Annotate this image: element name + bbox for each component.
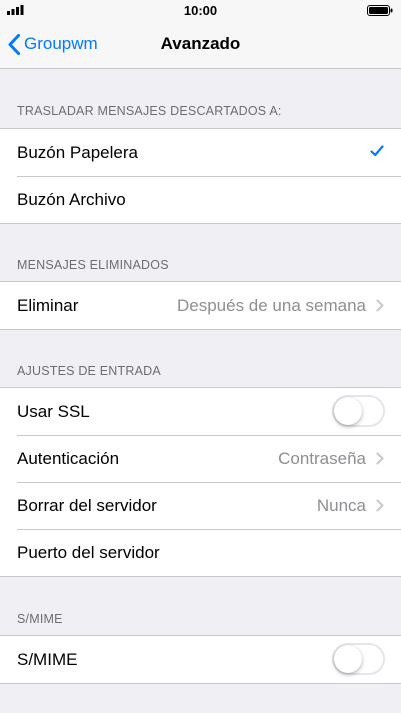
delete-from-server-row[interactable]: Borrar del servidor Nunca [0,482,401,529]
move-discarded-group: Buzón Papelera Buzón Archivo [0,128,401,224]
smime-group: S/MIME [0,635,401,684]
option-label: Buzón Archivo [17,189,126,209]
option-archive-mailbox[interactable]: Buzón Archivo [0,176,401,223]
deleted-messages-group: Eliminar Después de una semana [0,281,401,330]
checkmark-icon [370,145,384,157]
battery-icon [367,5,393,16]
status-bar: 10:00 [0,0,401,20]
row-label: S/MIME [17,649,78,669]
navigation-bar: Groupwm Avanzado [0,20,401,69]
section-header-deleted-messages: MENSAJES ELIMINADOS [17,258,169,272]
chevron-right-icon [376,299,384,312]
page-title: Avanzado [160,34,241,53]
row-label: Usar SSL [17,401,90,421]
use-ssl-row: Usar SSL [0,388,401,435]
delete-setting-row[interactable]: Eliminar Después de una semana [0,282,401,329]
section-header-move-discarded: TRASLADAR MENSAJES DESCARTADOS A: [17,104,282,118]
toggle-knob [334,645,362,673]
row-label: Autenticación [17,448,120,468]
row-value: Nunca [316,495,366,515]
row-value: Contraseña [278,448,366,468]
chevron-right-icon [376,499,384,512]
smime-toggle[interactable] [332,643,385,675]
row-label: Puerto del servidor [17,542,160,562]
row-value: Después de una semana [176,295,366,315]
status-time: 10:00 [183,3,218,18]
section-header-incoming-settings: AJUSTES DE ENTRADA [17,364,161,378]
option-label: Buzón Papelera [17,142,138,162]
chevron-right-icon [376,452,384,465]
toggle-knob [334,397,362,425]
authentication-row[interactable]: Autenticación Contraseña [0,435,401,482]
server-port-row[interactable]: Puerto del servidor [0,529,401,576]
section-header-smime: S/MIME [17,612,63,626]
row-label: Eliminar [17,295,79,315]
option-trash-mailbox[interactable]: Buzón Papelera [0,129,401,176]
incoming-settings-group: Usar SSL Autenticación Contraseña Borrar… [0,387,401,577]
smime-row: S/MIME [0,636,401,683]
use-ssl-toggle[interactable] [332,395,385,427]
row-label: Borrar del servidor [17,495,157,515]
